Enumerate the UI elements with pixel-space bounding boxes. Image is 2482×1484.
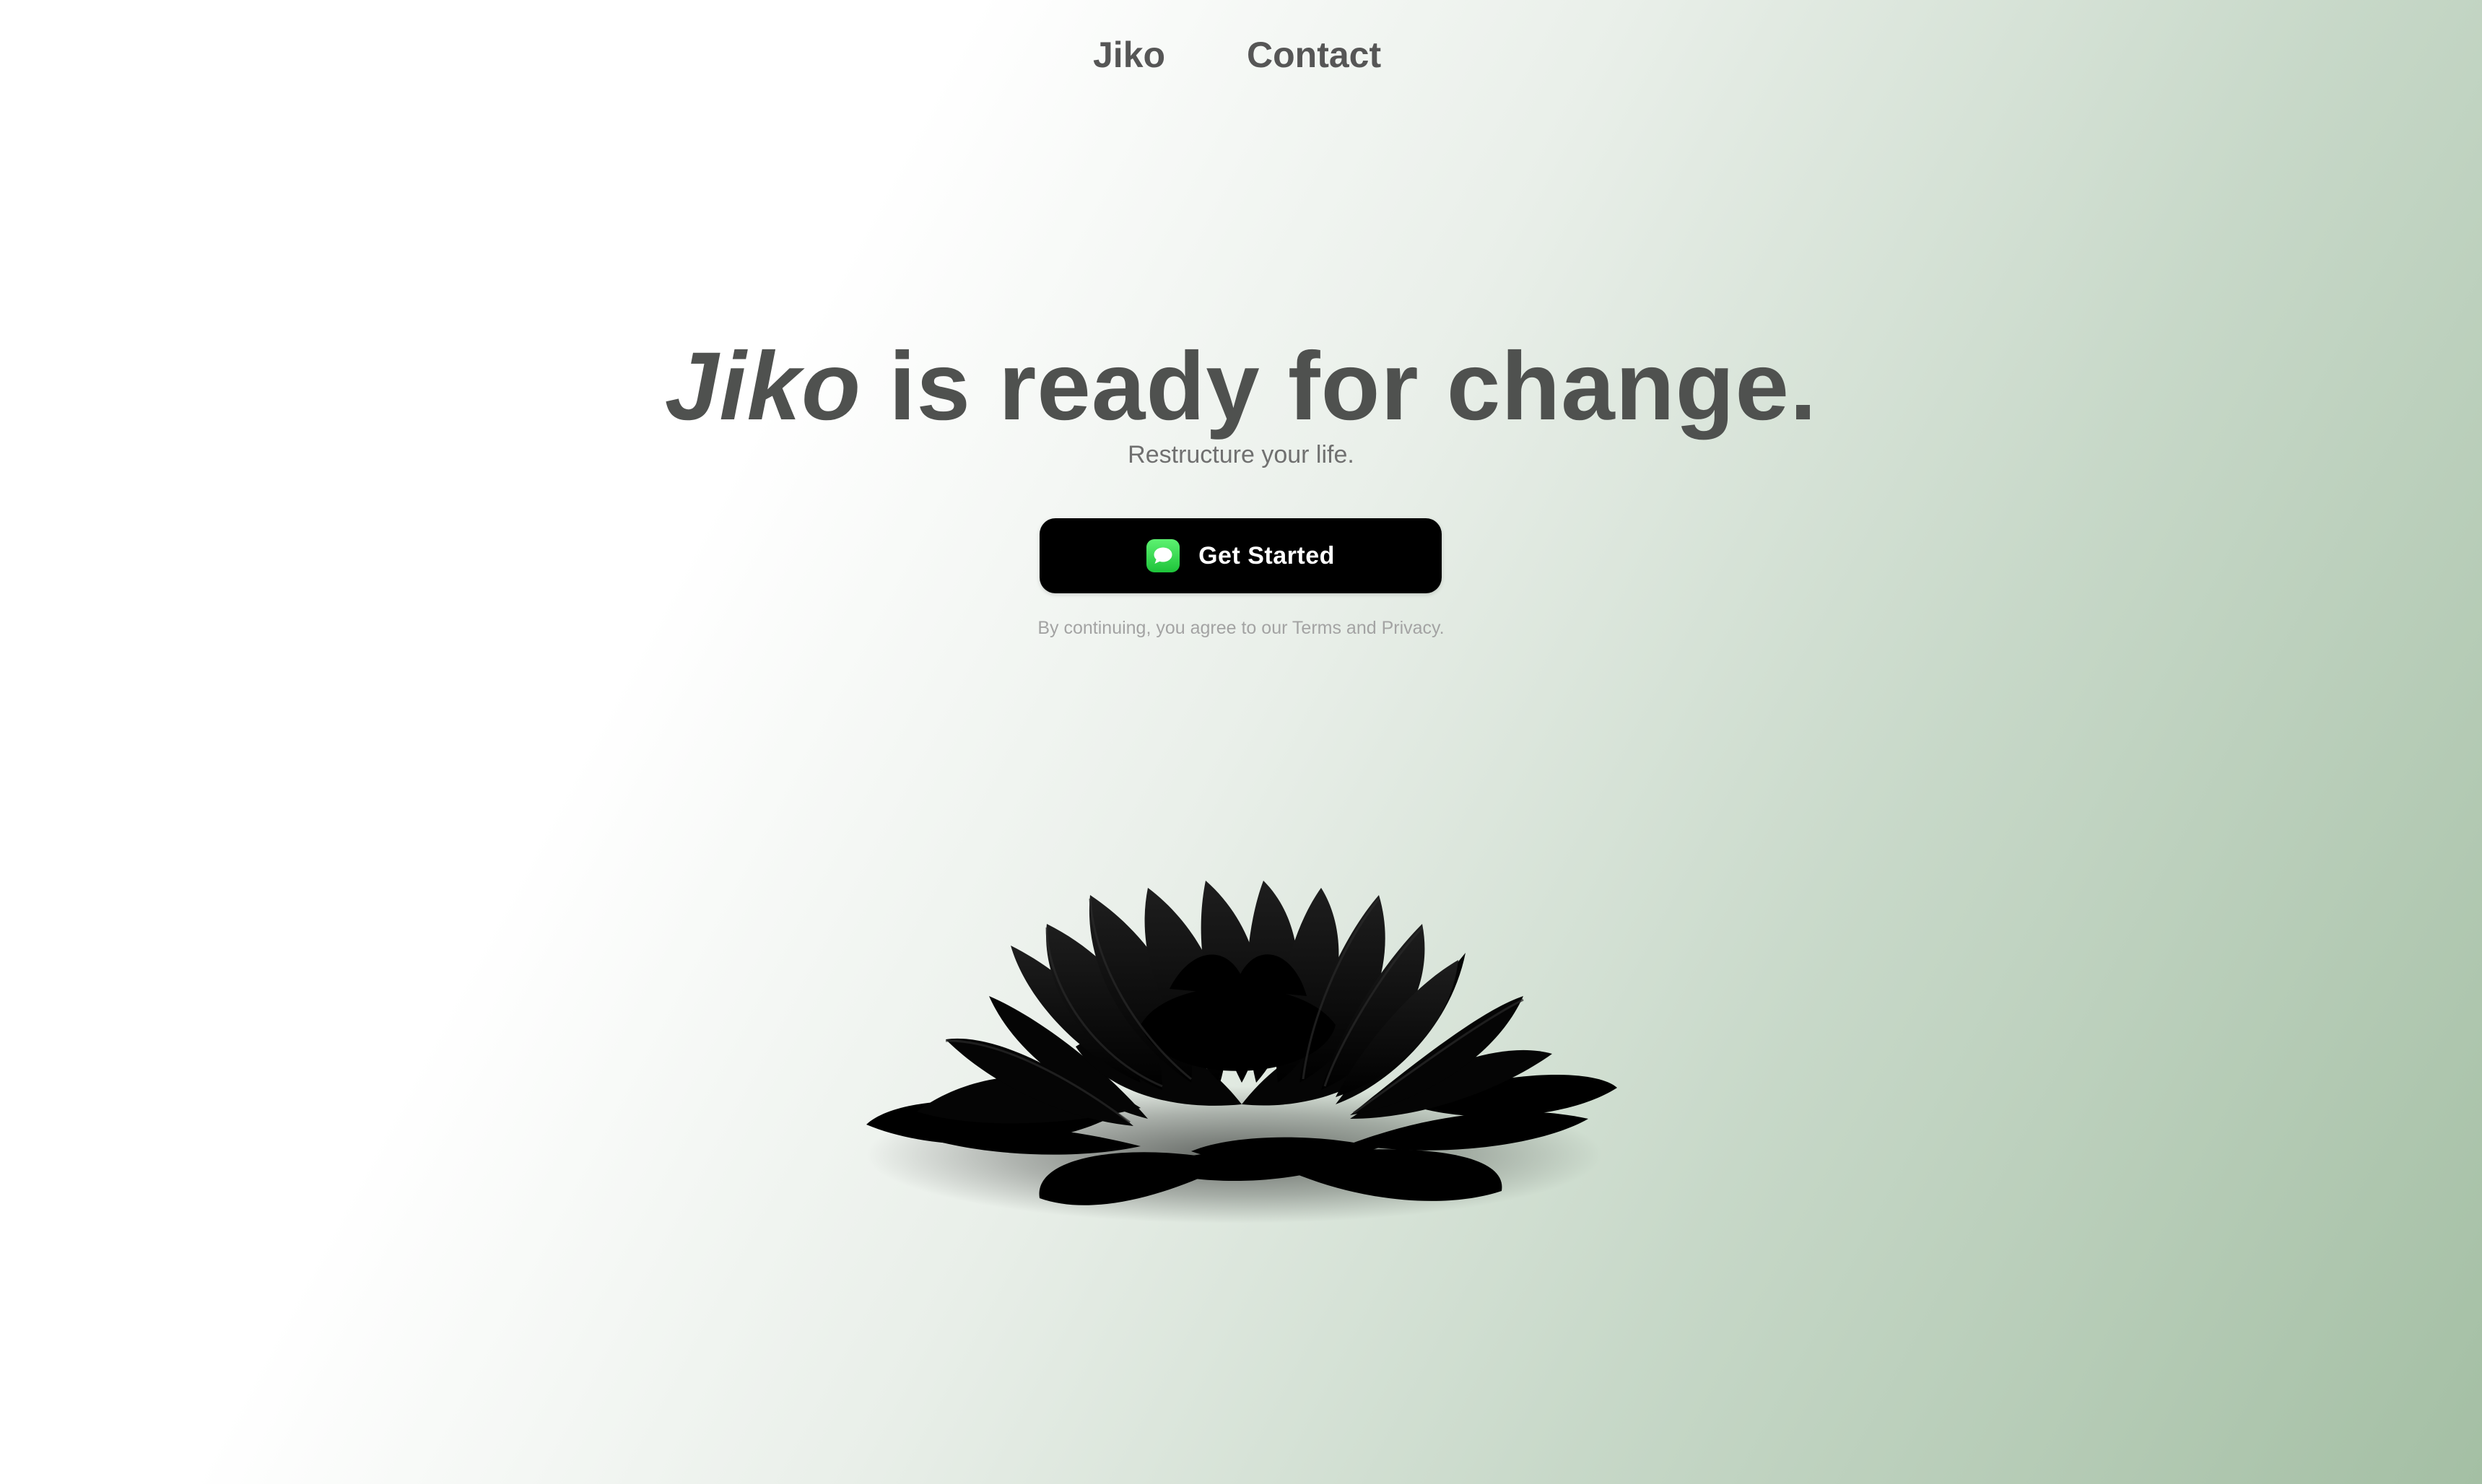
hero-title-brand: Jiko [664, 333, 861, 440]
get-started-label: Get Started [1198, 541, 1335, 569]
lotus-illustration [830, 852, 1639, 1256]
hero-subtitle: Restructure your life. [1128, 441, 1354, 468]
get-started-button[interactable]: Get Started [1040, 518, 1442, 593]
top-nav: Jiko Contact [0, 0, 2482, 110]
lotus-icon [866, 881, 1617, 1223]
hero-title-rest: is ready for change. [861, 333, 1818, 440]
messages-icon [1146, 539, 1180, 572]
terms-notice: By continuing, you agree to our Terms an… [1037, 618, 1445, 638]
nav-link-contact[interactable]: Contact [1247, 33, 1381, 77]
hero-title: Jiko is ready for change. [0, 329, 2482, 445]
nav-link-jiko[interactable]: Jiko [1093, 33, 1165, 77]
